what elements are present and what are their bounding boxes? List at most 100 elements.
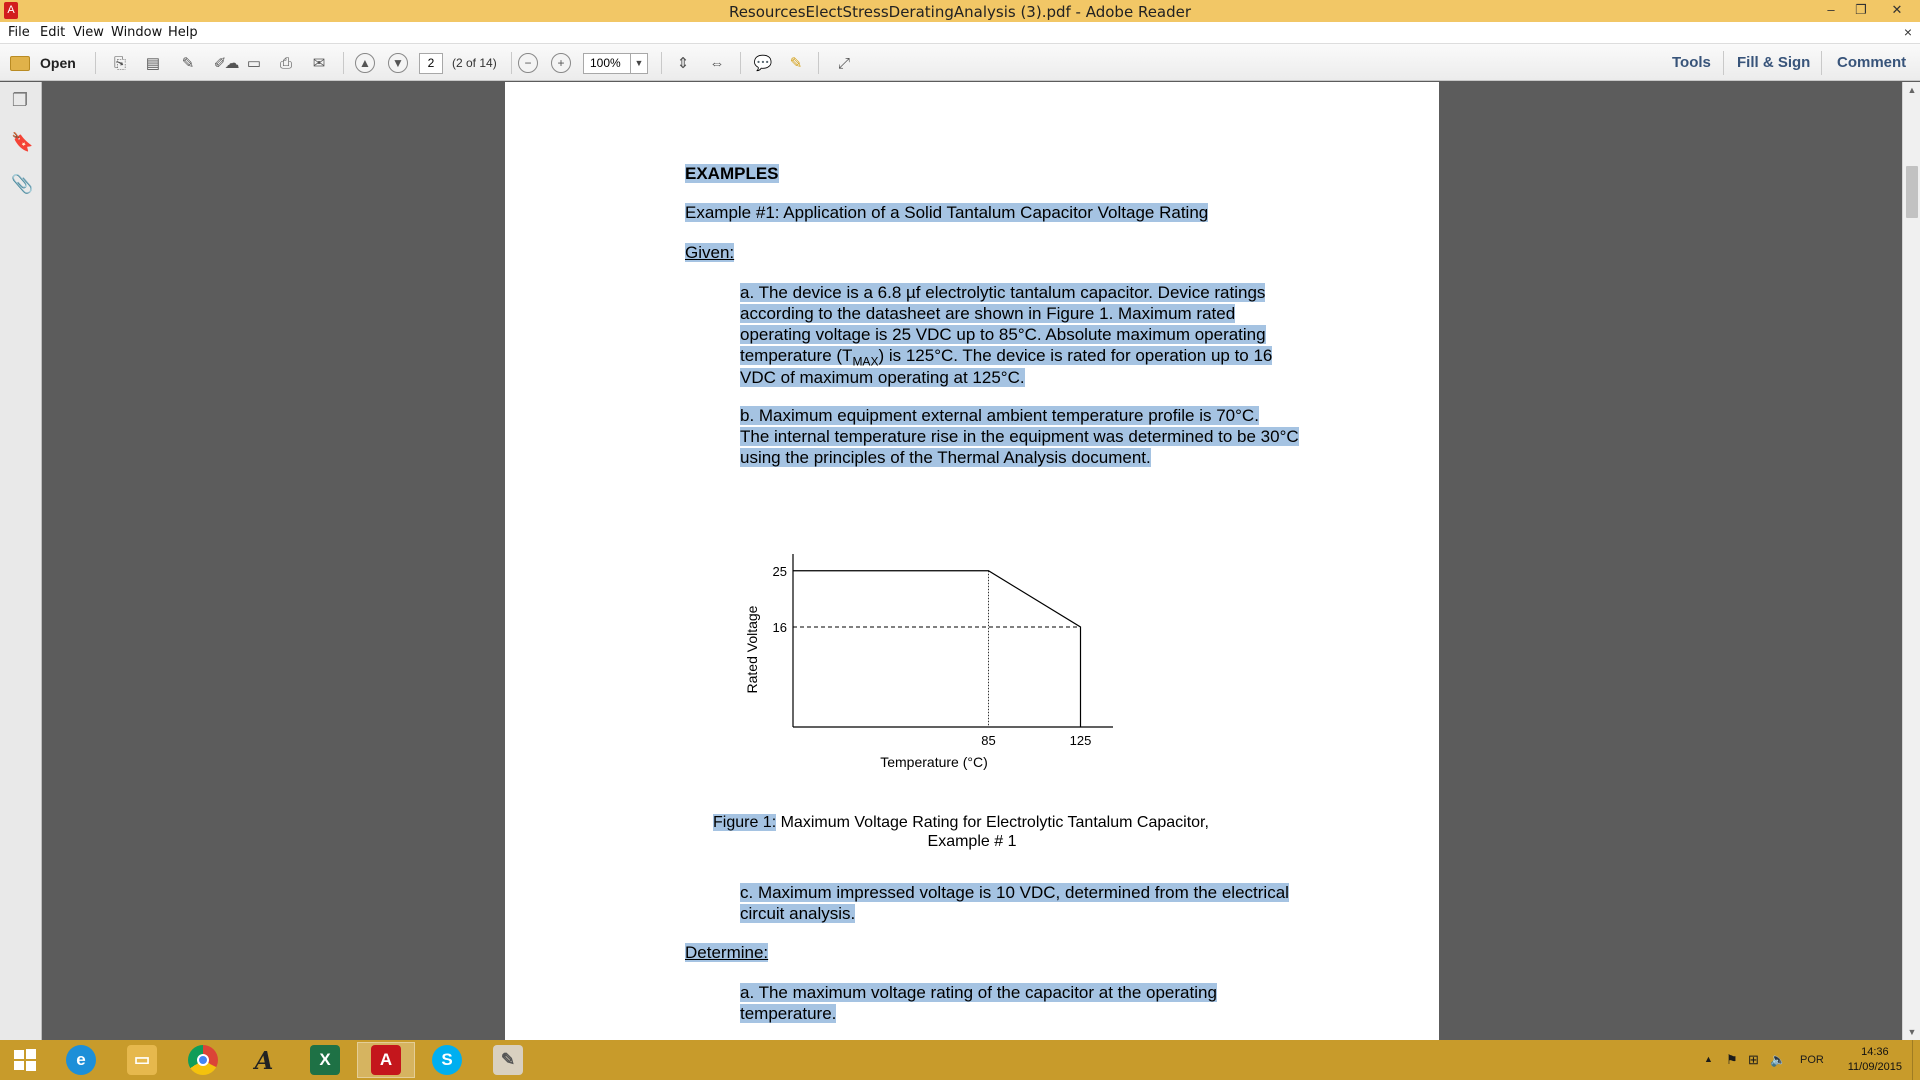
taskbar-excel[interactable]: X	[296, 1042, 354, 1078]
given-item-b-line-1: b. Maximum equipment external ambient te…	[740, 405, 1259, 426]
tmax-prefix: temperature (T	[740, 346, 852, 365]
action-center-flag-icon[interactable]: ⚑	[1726, 1052, 1738, 1068]
menu-window[interactable]: Window	[111, 25, 162, 40]
y-tick-label: 16	[773, 620, 787, 635]
page-thumbnails-icon[interactable]: ❐	[11, 90, 29, 112]
y-axis-label: Rated Voltage	[744, 605, 760, 693]
scroll-up-icon[interactable]: ▲	[1903, 82, 1920, 98]
taskbar-internet-explorer[interactable]: e	[52, 1042, 110, 1078]
given-item-a-line-2: according to the datasheet are shown in …	[740, 303, 1235, 324]
bookmarks-icon[interactable]: 🔖	[11, 132, 29, 154]
previous-page-icon[interactable]: ▲	[355, 53, 375, 73]
font-app-icon: A	[249, 1045, 279, 1075]
determine-label: Determine:	[685, 942, 768, 963]
taskbar-chrome[interactable]	[174, 1042, 232, 1078]
toolbar-separator	[511, 52, 512, 74]
menu-file[interactable]: File	[8, 25, 30, 40]
scroll-down-icon[interactable]: ▼	[1903, 1024, 1920, 1040]
tools-button[interactable]: Tools	[1672, 54, 1711, 71]
given-item-c-line-2: circuit analysis.	[740, 903, 855, 924]
export-pdf-icon[interactable]: ▤	[141, 51, 165, 75]
toolbar-separator	[343, 52, 344, 74]
figure-caption-label: Figure 1:	[713, 814, 776, 831]
fit-page-icon[interactable]: ⇕	[671, 51, 695, 75]
clock[interactable]: 14:36 11/09/2015	[1848, 1045, 1902, 1075]
pdf-page: EXAMPLES Example #1: Application of a So…	[505, 82, 1439, 1040]
close-window-button[interactable]: ✕	[1882, 0, 1912, 20]
x-axis-label: Temperature (°C)	[880, 754, 988, 770]
derating-chart: 85 125 25 16 Temperature (°C) Rated Voltage	[705, 542, 1145, 802]
figure-caption-line-2: Example # 1	[505, 831, 1439, 852]
show-desktop-button[interactable]	[1912, 1040, 1920, 1080]
menu-view[interactable]: View	[73, 25, 104, 40]
show-hidden-icons-icon[interactable]: ▲	[1704, 1054, 1713, 1064]
figure-caption: Figure 1: Maximum Voltage Rating for Ele…	[713, 812, 1209, 833]
sticky-note-icon[interactable]: 💬	[751, 51, 775, 75]
zoom-in-icon[interactable]: +	[551, 53, 571, 73]
given-item-a-line-1: a. The device is a 6.8 µf electrolytic t…	[740, 282, 1265, 303]
taskbar-skype[interactable]: S	[418, 1042, 476, 1078]
fit-width-icon[interactable]: ⇔	[705, 51, 729, 75]
x-tick-label: 125	[1070, 733, 1092, 748]
upload-cloud-icon[interactable]: ☁	[220, 51, 244, 75]
highlight-icon[interactable]: ✎	[784, 51, 808, 75]
toolbar-separator	[818, 52, 819, 74]
restore-button[interactable]: ❐	[1846, 0, 1876, 20]
clock-time: 14:36	[1848, 1045, 1902, 1060]
taskbar-font-app[interactable]: A	[235, 1042, 293, 1078]
determine-item-a-line-2: temperature.	[740, 1003, 836, 1024]
chevron-down-icon[interactable]: ▼	[630, 54, 647, 73]
page-count: (2 of 14)	[452, 56, 497, 70]
menu-help[interactable]: Help	[168, 25, 198, 40]
windows-taskbar: e ▭ A X A S ✎ ▲ ⚑ ⊞ 🔈 POR 14:36 11/09/20…	[0, 1040, 1920, 1080]
comment-button[interactable]: Comment	[1837, 54, 1906, 71]
next-page-icon[interactable]: ▼	[388, 53, 408, 73]
x-tick-label: 85	[981, 733, 995, 748]
y-tick-label: 25	[773, 564, 787, 579]
menu-edit[interactable]: Edit	[40, 25, 65, 40]
save-icon[interactable]: ▭	[242, 51, 266, 75]
toolbar-separator	[740, 52, 741, 74]
open-label: Open	[40, 55, 76, 71]
internet-explorer-icon: e	[66, 1045, 96, 1075]
paint-icon: ✎	[493, 1045, 523, 1075]
section-heading: EXAMPLES	[685, 163, 779, 184]
menu-bar: File Edit View Window Help ×	[0, 22, 1920, 44]
create-pdf-icon[interactable]: ⎘	[108, 51, 132, 75]
page-number-input[interactable]: 2	[419, 53, 443, 74]
given-label: Given:	[685, 242, 734, 263]
fullscreen-icon[interactable]: ⤢	[832, 51, 856, 75]
taskbar-paint[interactable]: ✎	[479, 1042, 537, 1078]
given-item-a-line-3: operating voltage is 25 VDC up to 85°C. …	[740, 324, 1266, 345]
close-document-button[interactable]: ×	[1904, 24, 1912, 40]
toolbar-separator	[1821, 51, 1822, 75]
folder-icon: ▭	[127, 1045, 157, 1075]
start-button[interactable]	[0, 1042, 50, 1078]
excel-icon: X	[310, 1045, 340, 1075]
given-item-b-line-3: using the principles of the Thermal Anal…	[740, 447, 1151, 468]
print-icon[interactable]: ⎙	[274, 51, 298, 75]
taskbar-file-explorer[interactable]: ▭	[113, 1042, 171, 1078]
document-viewport[interactable]: EXAMPLES Example #1: Application of a So…	[43, 82, 1902, 1040]
figure-caption-text: Maximum Voltage Rating for Electrolytic …	[781, 814, 1209, 831]
given-item-c-line-1: c. Maximum impressed voltage is 10 VDC, …	[740, 882, 1289, 903]
open-button[interactable]: Open	[10, 52, 76, 74]
network-icon[interactable]: ⊞	[1748, 1052, 1759, 1068]
window-title: ResourcesElectStressDeratingAnalysis (3)…	[0, 3, 1920, 21]
language-indicator[interactable]: POR	[1800, 1054, 1824, 1066]
scroll-thumb[interactable]	[1906, 166, 1918, 218]
minimize-button[interactable]: –	[1816, 0, 1846, 20]
windows-logo-icon	[13, 1048, 37, 1072]
vertical-scrollbar[interactable]: ▲ ▼	[1902, 82, 1920, 1040]
zoom-select[interactable]: 100% ▼	[583, 53, 648, 74]
email-icon[interactable]: ✉	[307, 51, 331, 75]
toolbar-separator	[1723, 51, 1724, 75]
attachments-icon[interactable]: 📎	[11, 174, 29, 196]
edit-pdf-icon[interactable]: ✎	[176, 51, 200, 75]
example-title: Example #1: Application of a Solid Tanta…	[685, 202, 1208, 223]
zoom-out-icon[interactable]: −	[518, 53, 538, 73]
fill-sign-button[interactable]: Fill & Sign	[1737, 54, 1810, 71]
skype-icon: S	[432, 1045, 462, 1075]
taskbar-adobe-reader[interactable]: A	[357, 1042, 415, 1078]
volume-muted-icon[interactable]: 🔈	[1770, 1052, 1786, 1068]
